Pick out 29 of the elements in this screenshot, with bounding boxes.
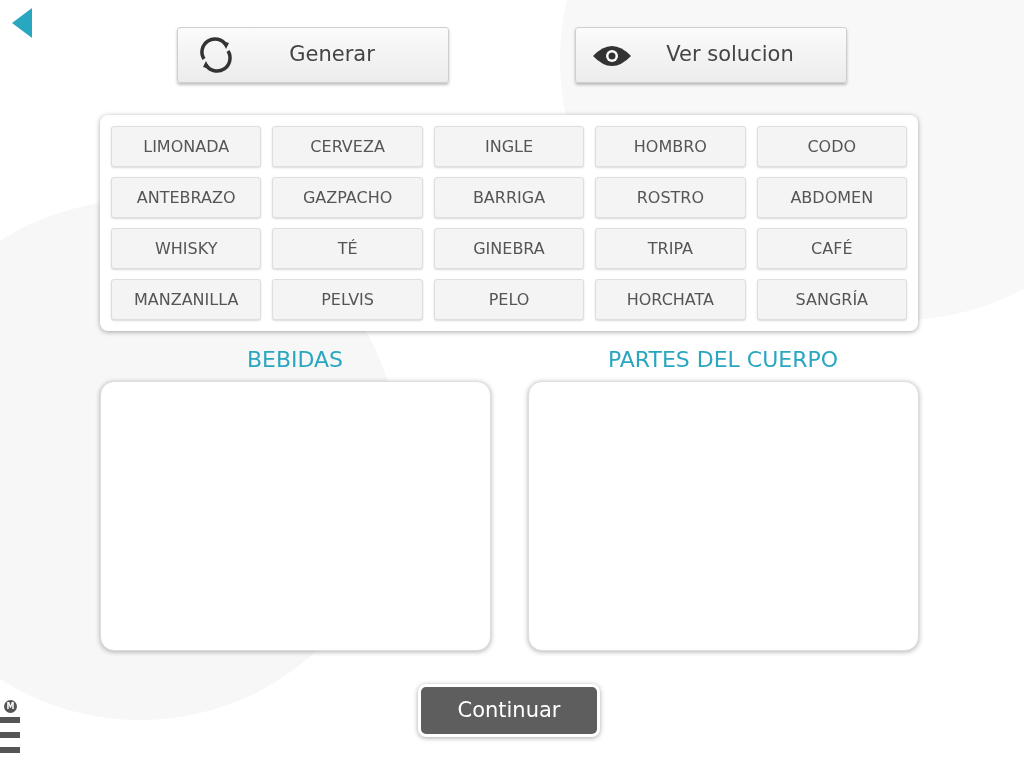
word-tile[interactable]: INGLE (433, 126, 585, 167)
word-tile[interactable]: GAZPACHO (272, 177, 423, 218)
word-tile[interactable]: HOMBRO (595, 126, 746, 167)
word-tile[interactable]: CAFÉ (756, 228, 907, 269)
back-arrow-icon[interactable] (11, 7, 33, 39)
menu-icon[interactable] (0, 717, 20, 755)
word-tile[interactable]: HORCHATA (595, 279, 746, 320)
word-tile[interactable]: GINEBRA (433, 228, 585, 269)
word-tile[interactable]: ANTEBRAZO (111, 177, 262, 218)
eye-icon (592, 44, 632, 68)
word-tile[interactable]: CODO (756, 126, 907, 167)
word-tile[interactable]: ABDOMEN (756, 177, 907, 218)
continue-button[interactable]: Continuar (418, 684, 600, 737)
word-tile[interactable]: SANGRÍA (756, 279, 907, 320)
category-title: BEBIDAS (246, 346, 344, 374)
menu-badge: M (4, 700, 17, 713)
word-tile[interactable]: ROSTRO (595, 177, 746, 218)
word-tile[interactable]: CERVEZA (272, 126, 423, 167)
word-tile[interactable]: PELO (433, 279, 585, 320)
word-tile[interactable]: TRIPA (595, 228, 746, 269)
word-tile[interactable]: TÉ (272, 228, 423, 269)
word-tile[interactable]: LIMONADA (111, 126, 262, 167)
toolbar-button[interactable]: Generar (177, 27, 449, 83)
word-tile[interactable]: PELVIS (272, 279, 423, 320)
word-tile[interactable]: BARRIGA (433, 177, 585, 218)
word-tile[interactable]: WHISKY (111, 228, 262, 269)
category-title: PARTES DEL CUERPO (607, 346, 839, 374)
toolbar-button[interactable]: Ver solucion (575, 27, 847, 83)
word-tile[interactable]: MANZANILLA (111, 279, 262, 320)
